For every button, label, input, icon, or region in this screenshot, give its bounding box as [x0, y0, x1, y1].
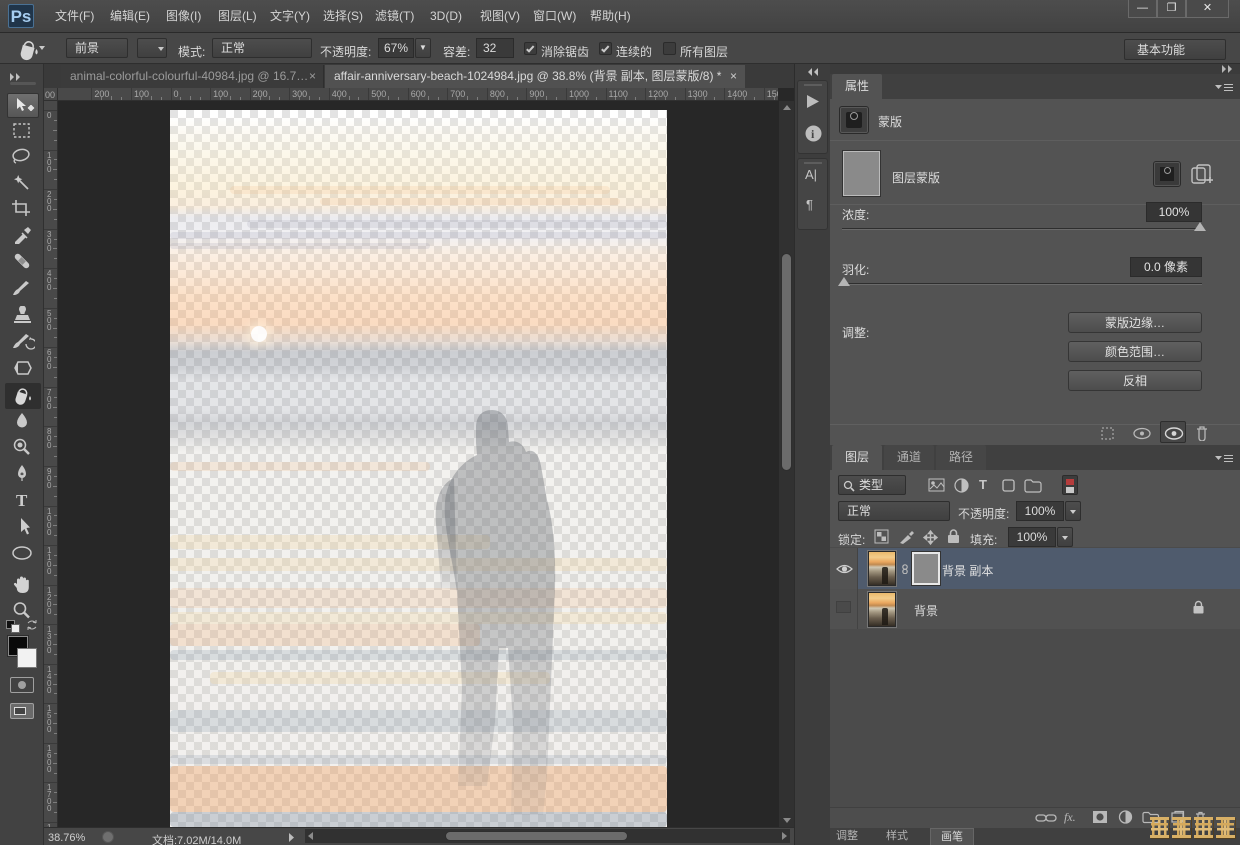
svg-text:T: T: [16, 491, 28, 509]
